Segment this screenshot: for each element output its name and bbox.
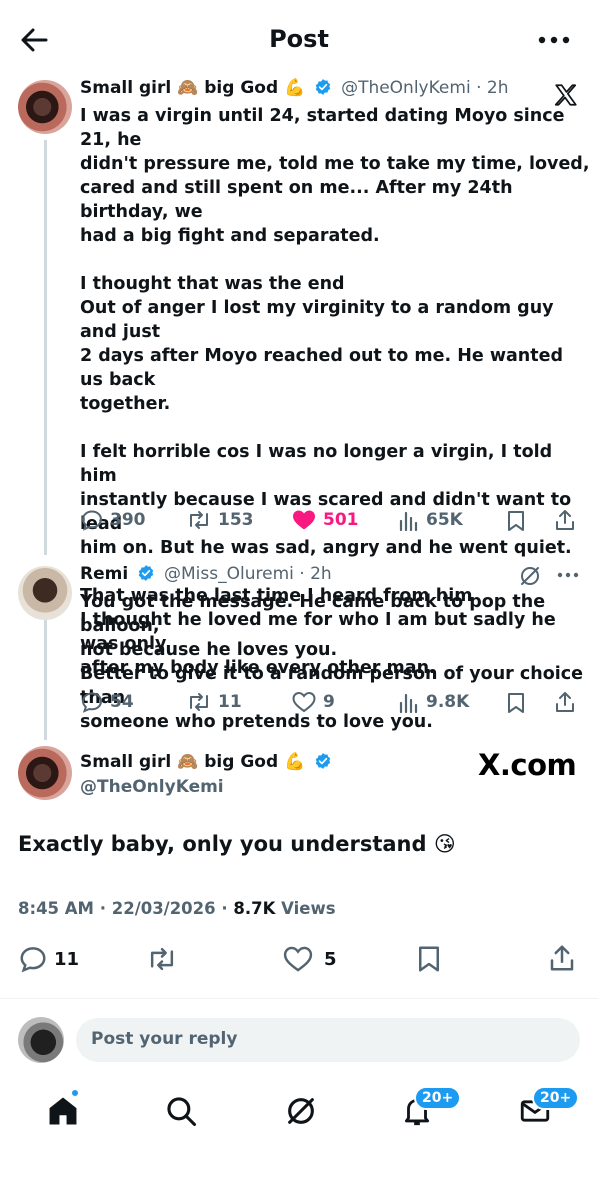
post-text: Exactly baby, only you understand 😘 xyxy=(18,832,456,856)
verified-badge-icon xyxy=(314,78,332,96)
see-no-evil-emoji: 🙈 xyxy=(177,78,199,98)
post-author-row[interactable]: Small girl 🙈 big God 💪 xyxy=(80,752,335,772)
nav-home[interactable] xyxy=(46,1094,80,1128)
bookmark-icon[interactable] xyxy=(415,944,443,974)
reply-button[interactable]: 390 xyxy=(80,508,146,532)
like-button[interactable]: 9 xyxy=(291,690,335,714)
reply-icon xyxy=(18,944,48,974)
heart-icon xyxy=(291,690,317,714)
share-icon[interactable] xyxy=(547,943,577,973)
avatar[interactable] xyxy=(18,746,72,800)
reply-icon xyxy=(80,690,104,714)
verified-badge-icon xyxy=(314,752,332,770)
time-date: 8:45 AM · 22/03/2026 · xyxy=(18,899,234,918)
more-options-icon[interactable] xyxy=(534,28,574,52)
analytics-icon xyxy=(398,508,420,532)
author-name: Small girl xyxy=(80,752,172,772)
bookmark-icon[interactable] xyxy=(505,691,527,715)
author-name-2: big God xyxy=(204,78,279,98)
share-icon[interactable] xyxy=(553,690,577,714)
heart-filled-icon xyxy=(291,508,317,532)
author-handle: @TheOnlyKemi xyxy=(80,777,224,797)
like-button[interactable]: 5 xyxy=(282,944,337,974)
views-button[interactable]: 65K xyxy=(398,508,463,532)
watermark: X.com xyxy=(478,748,577,782)
views-count: 8.7K xyxy=(233,899,276,918)
reply-button[interactable]: 54 xyxy=(80,690,134,714)
reply-count: 54 xyxy=(110,692,134,712)
post-text-body: Exactly baby, only you understand xyxy=(18,832,427,856)
author-name-2: big God xyxy=(204,752,279,772)
kiss-emoji: 😘 xyxy=(433,832,456,856)
repost-icon[interactable] xyxy=(146,944,178,974)
share-icon[interactable] xyxy=(553,508,577,532)
reply-button[interactable]: 11 xyxy=(18,944,79,974)
divider xyxy=(0,998,598,999)
repost-count: 11 xyxy=(218,692,242,712)
reply-count: 11 xyxy=(54,948,80,970)
like-count: 9 xyxy=(323,692,335,712)
views-count: 65K xyxy=(426,510,463,530)
avatar[interactable] xyxy=(18,80,72,134)
grok-icon[interactable] xyxy=(518,564,542,588)
bookmark-icon[interactable] xyxy=(505,509,527,533)
notifications-badge: 20+ xyxy=(414,1086,462,1110)
author-name: Small girl xyxy=(80,78,172,98)
home-notification-dot xyxy=(70,1088,80,1098)
grok-icon xyxy=(284,1094,318,1128)
more-options-icon[interactable] xyxy=(556,568,580,582)
thread-connector xyxy=(44,140,47,555)
home-icon xyxy=(46,1094,80,1128)
like-count: 501 xyxy=(323,510,359,530)
see-no-evil-emoji: 🙈 xyxy=(177,752,199,772)
author-handle: @TheOnlyKemi · 2h xyxy=(341,78,509,98)
views-button[interactable]: 9.8K xyxy=(398,690,469,714)
page-title: Post xyxy=(269,25,329,53)
search-icon xyxy=(164,1094,198,1128)
author-handle: @Miss_Oluremi · 2h xyxy=(164,564,332,584)
analytics-icon xyxy=(398,690,420,714)
reply-placeholder: Post your reply xyxy=(91,1029,238,1049)
reply-count: 390 xyxy=(110,510,146,530)
flexed-biceps-emoji: 💪 xyxy=(284,752,306,772)
avatar[interactable] xyxy=(18,566,72,620)
flexed-biceps-emoji: 💪 xyxy=(284,78,306,98)
heart-icon xyxy=(282,944,314,974)
repost-count: 153 xyxy=(218,510,254,530)
repost-button[interactable]: 153 xyxy=(186,508,254,532)
post-author-row[interactable]: Remi @Miss_Oluremi · 2h xyxy=(80,564,332,584)
repost-icon xyxy=(186,508,212,532)
views-label: Views xyxy=(275,899,336,918)
nav-search[interactable] xyxy=(164,1094,198,1128)
reply-icon xyxy=(80,508,104,532)
like-button[interactable]: 501 xyxy=(291,508,359,532)
like-count: 5 xyxy=(324,948,337,970)
messages-badge: 20+ xyxy=(532,1086,580,1110)
repost-icon xyxy=(186,690,212,714)
post-timestamp: 8:45 AM · 22/03/2026 · 8.7K Views xyxy=(18,899,336,918)
nav-grok[interactable] xyxy=(284,1094,318,1128)
post-author-row[interactable]: Small girl 🙈 big God 💪 @TheOnlyKemi · 2h xyxy=(80,78,508,98)
avatar xyxy=(18,1017,64,1063)
repost-button[interactable]: 11 xyxy=(186,690,242,714)
author-name: Remi xyxy=(80,564,129,584)
views-count: 9.8K xyxy=(426,692,470,712)
verified-badge-icon xyxy=(137,564,155,582)
thread-connector xyxy=(44,620,47,740)
reply-input[interactable]: Post your reply xyxy=(76,1018,580,1062)
